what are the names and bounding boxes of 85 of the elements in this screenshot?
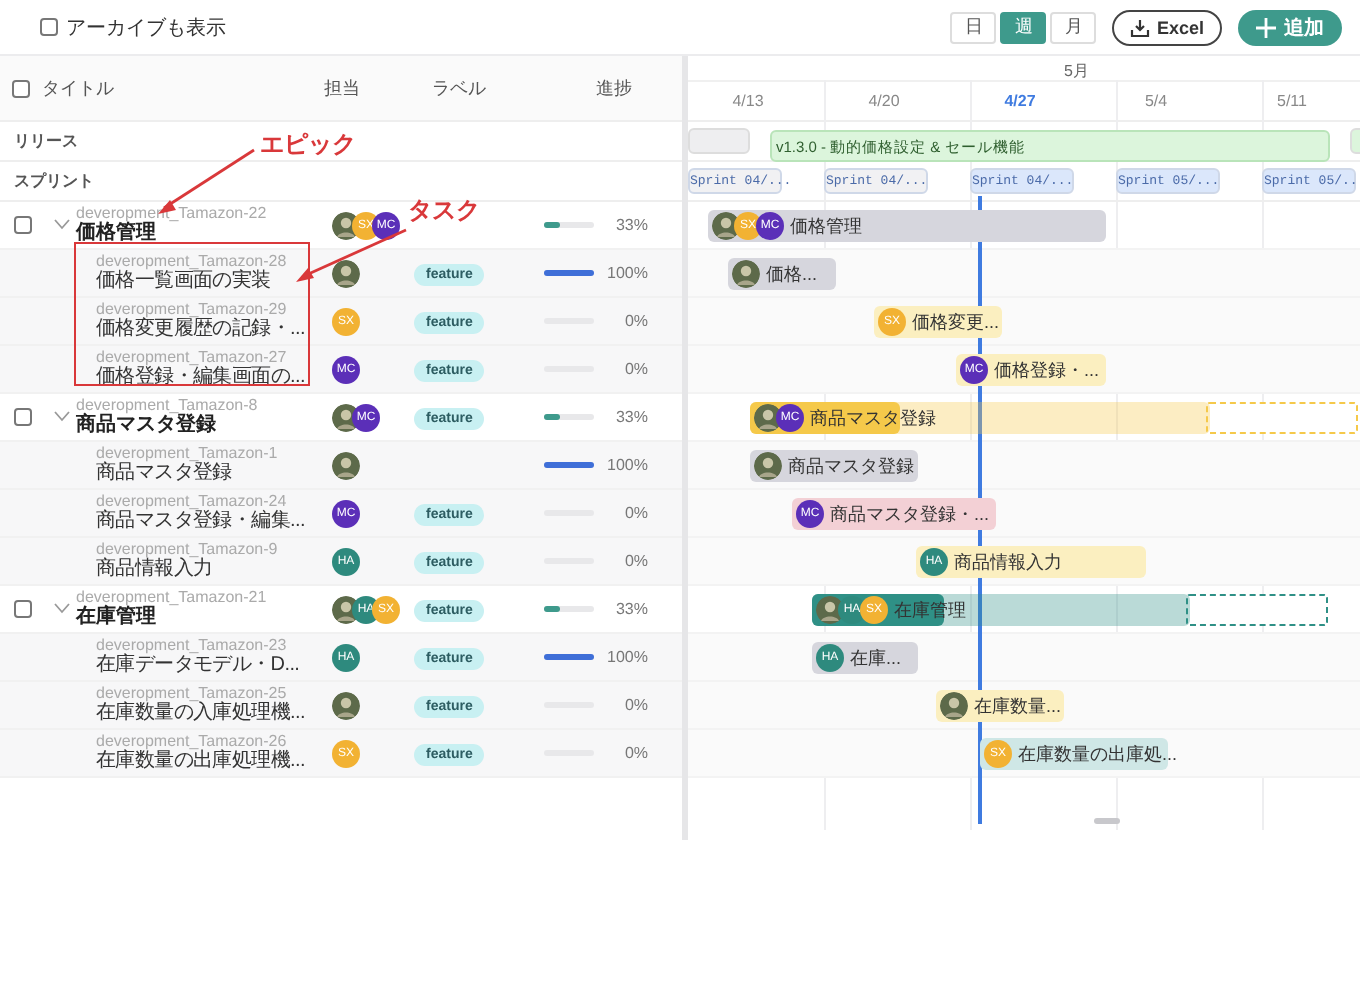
- item-title[interactable]: 価格管理: [76, 222, 267, 245]
- item-title[interactable]: 商品情報入力: [96, 558, 278, 581]
- avatar-icon: [332, 451, 360, 479]
- plus-icon: [1256, 17, 1276, 37]
- item-id: deveropment_Tamazon-26: [96, 733, 287, 750]
- avatar-icon: [732, 260, 760, 288]
- avatar-icon: [332, 691, 360, 719]
- week-label: 4/13: [730, 92, 766, 110]
- row-checkbox[interactable]: [13, 216, 31, 234]
- item-title[interactable]: 在庫データモデル・D...: [96, 654, 300, 677]
- bar-label: 在庫...: [850, 645, 902, 671]
- bar-label: 価格登録・...: [994, 357, 1100, 383]
- column-header: ラベル: [430, 75, 488, 101]
- item-id: deveropment_Tamazon-22: [76, 205, 267, 222]
- item-title[interactable]: 在庫管理: [76, 606, 267, 629]
- chevron-icon[interactable]: [54, 410, 70, 423]
- item-title[interactable]: 在庫数量の出庫処理機...: [96, 750, 305, 773]
- gantt-bar[interactable]: 商品マスタ登録: [750, 450, 918, 482]
- progress-percent: 0%: [622, 504, 648, 522]
- row-checkbox[interactable]: [13, 408, 31, 426]
- gantt-bar[interactable]: 価格...: [728, 258, 836, 290]
- avatar-icon: [332, 259, 360, 287]
- item-title[interactable]: 商品マスタ登録: [76, 414, 258, 437]
- item-title[interactable]: 商品マスタ登録: [96, 462, 278, 485]
- week-label: 4/27: [1002, 92, 1038, 110]
- item-title[interactable]: 価格登録・編集画面の...: [96, 366, 305, 389]
- week-label: 5/11: [1275, 92, 1309, 110]
- chevron-icon[interactable]: [54, 218, 70, 231]
- column-header: 進捗: [594, 75, 632, 101]
- item-id: deveropment_Tamazon-1: [96, 445, 278, 462]
- sprint-row-label: スプリント: [14, 170, 94, 192]
- avatar-icon: [754, 452, 782, 480]
- bar-label: 商品マスタ登録: [788, 453, 914, 479]
- select-all-checkbox[interactable]: [12, 79, 30, 97]
- bar-label: 価格管理: [790, 213, 862, 239]
- view-mode-tab[interactable]: 日: [950, 11, 997, 43]
- progress-percent: 33%: [613, 216, 648, 234]
- bar-label: 価格...: [766, 261, 818, 287]
- item-title[interactable]: 価格一覧画面の実装: [96, 270, 287, 293]
- item-id: deveropment_Tamazon-29: [96, 301, 289, 318]
- bar-label: 商品情報入力: [954, 549, 1062, 575]
- view-mode-tab[interactable]: 月: [1050, 11, 1097, 43]
- month-label: 5月: [1064, 60, 1089, 82]
- annotation-label: エピック: [260, 128, 356, 162]
- item-title[interactable]: 商品マスタ登録・編集...: [96, 510, 305, 533]
- download-icon: [1130, 17, 1151, 37]
- progress-percent: 0%: [622, 552, 648, 570]
- progress-percent: 0%: [622, 744, 648, 762]
- progress-percent: 100%: [605, 456, 648, 474]
- progress-percent: 0%: [622, 312, 648, 330]
- item-id: deveropment_Tamazon-27: [96, 349, 289, 366]
- item-id: deveropment_Tamazon-21: [76, 589, 267, 606]
- item-id: deveropment_Tamazon-28: [96, 253, 287, 270]
- progress-percent: 33%: [613, 408, 648, 426]
- progress-percent: 0%: [622, 360, 648, 378]
- item-title[interactable]: 価格変更履歴の記録・...: [96, 318, 305, 341]
- bar-label: 在庫数量...: [974, 693, 1062, 719]
- progress-percent: 100%: [605, 264, 648, 282]
- column-header: タイトル: [42, 75, 116, 101]
- planned-range: [1186, 594, 1328, 626]
- avatar-icon: [940, 692, 968, 720]
- progress-percent: 33%: [613, 600, 648, 618]
- bar-label: 商品マスタ登録: [810, 405, 936, 431]
- chevron-icon[interactable]: [54, 602, 70, 615]
- item-id: deveropment_Tamazon-8: [76, 397, 258, 414]
- item-id: deveropment_Tamazon-9: [96, 541, 278, 558]
- bar-label: 価格変更...: [912, 309, 1000, 335]
- release-row-label: リリース: [14, 130, 78, 152]
- week-label: 5/4: [1142, 92, 1170, 110]
- annotation-label: タスク: [408, 194, 480, 228]
- gantt-bar[interactable]: 在庫数量...: [936, 690, 1064, 722]
- scrollbar-thumb[interactable]: [1094, 818, 1120, 824]
- row-checkbox[interactable]: [13, 600, 31, 618]
- progress-percent: 0%: [622, 696, 648, 714]
- archive-checkbox[interactable]: アーカイブも表示: [40, 13, 226, 41]
- item-id: deveropment_Tamazon-23: [96, 637, 289, 654]
- bar-label: 商品マスタ登録・...: [830, 501, 990, 527]
- item-title[interactable]: 在庫数量の入庫処理機...: [96, 702, 305, 725]
- excel-export-button[interactable]: Excel: [1112, 9, 1222, 45]
- item-id: deveropment_Tamazon-25: [96, 685, 287, 702]
- week-label: 4/20: [866, 92, 902, 110]
- annotation-arrow: [296, 228, 407, 282]
- item-id: deveropment_Tamazon-24: [96, 493, 289, 510]
- column-header: 担当: [324, 75, 362, 101]
- progress-percent: 100%: [605, 648, 648, 666]
